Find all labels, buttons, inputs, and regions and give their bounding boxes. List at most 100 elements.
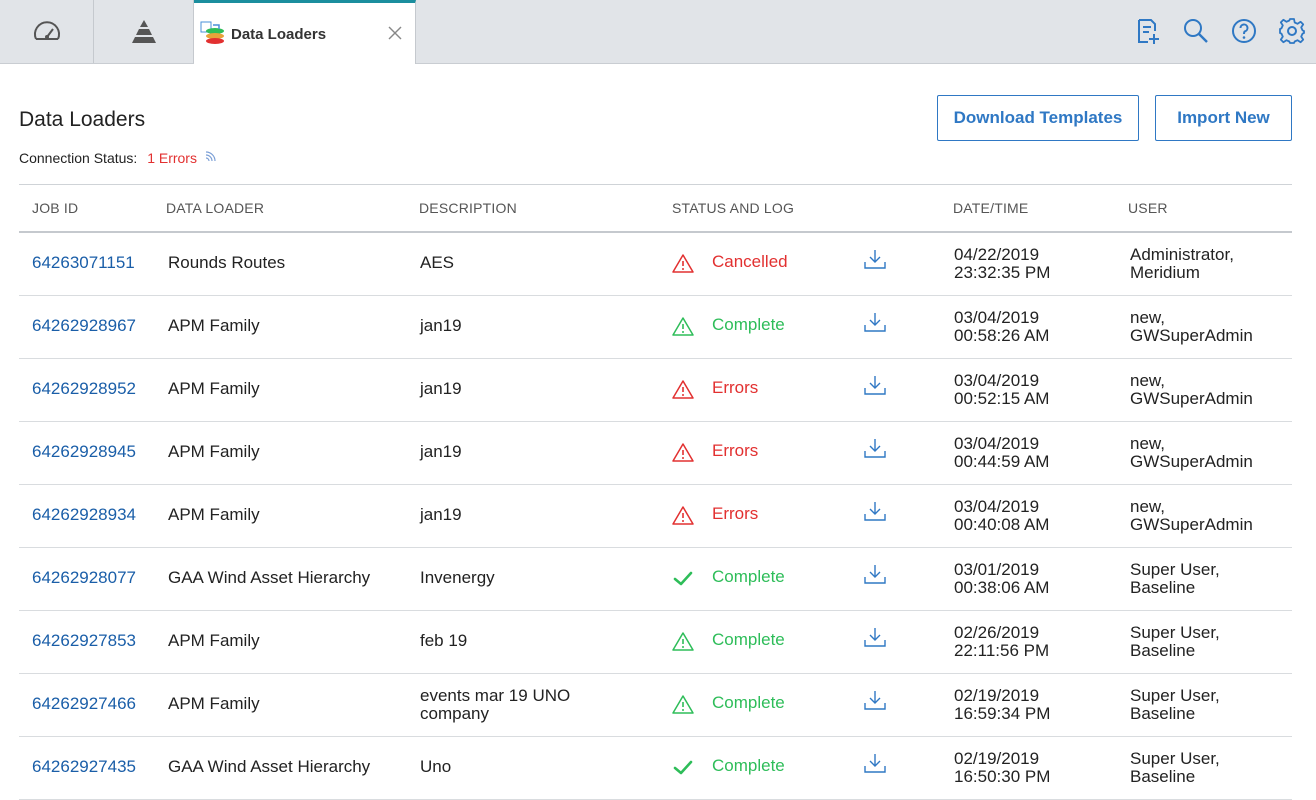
job-id-link[interactable]: 64262928077 (32, 569, 136, 587)
date: 04/22/2019 (954, 245, 1040, 264)
date-time: 04/22/2019 23:32:35 PM (954, 246, 1050, 282)
status-log-link[interactable]: Cancelled (712, 253, 788, 271)
job-id-link[interactable]: 64262927435 (32, 758, 136, 776)
data-loader-name: APM Family (168, 316, 260, 335)
connection-errors-link[interactable]: 1 Errors (147, 150, 197, 166)
tab-dashboard[interactable] (0, 0, 94, 63)
user-line-1: new, (1130, 371, 1165, 390)
job-id-link[interactable]: 64262928934 (32, 506, 136, 524)
table-row[interactable]: 64262927853 APM Family feb 19 Complete 02/26… (19, 611, 1292, 674)
download-log-icon[interactable] (863, 625, 887, 649)
status-log-link[interactable]: Errors (712, 505, 758, 523)
close-icon[interactable] (387, 25, 403, 41)
download-log-icon[interactable] (863, 247, 887, 271)
description-line-1: jan19 (420, 316, 462, 335)
download-log-icon[interactable] (863, 562, 887, 586)
connection-status-label: Connection Status: (19, 150, 138, 166)
header-date-time[interactable]: DATE/TIME (953, 200, 1028, 216)
status-log-link[interactable]: Complete (712, 568, 785, 586)
user-line-2: Baseline (1130, 767, 1196, 786)
data-loaders-table: JOB ID DATA LOADER DESCRIPTION STATUS AN… (19, 184, 1292, 800)
description-line-1: jan19 (420, 505, 462, 524)
status-log-link[interactable]: Complete (712, 694, 785, 712)
top-tab-bar: Data Loaders (0, 0, 1316, 64)
table-body: 64263071151 Rounds Routes AES Cancelled 04/2… (19, 233, 1292, 800)
user: Super User, Baseline (1130, 750, 1220, 786)
user-line-1: Super User, (1130, 749, 1220, 768)
status-log-link[interactable]: Complete (712, 631, 785, 649)
description: jan19 (420, 380, 462, 398)
table-row[interactable]: 64262927435 GAA Wind Asset Hierarchy Uno Co… (19, 737, 1292, 800)
job-id-link[interactable]: 64262928967 (32, 317, 136, 335)
data-loader-name: Rounds Routes (168, 253, 286, 272)
user-line-2: Meridium (1130, 263, 1200, 282)
description: Invenergy (420, 569, 495, 587)
settings-button[interactable] (1268, 15, 1316, 47)
table-row[interactable]: 64262928077 GAA Wind Asset Hierarchy Inven… (19, 548, 1292, 611)
user: Super User, Baseline (1130, 624, 1220, 660)
job-id-link[interactable]: 64262928945 (32, 443, 136, 461)
success-warning-icon (672, 695, 694, 714)
job-id-link[interactable]: 64263071151 (32, 254, 135, 272)
data-loader-name: APM Family (168, 442, 260, 461)
signal-icon (205, 151, 216, 162)
download-log-icon[interactable] (863, 373, 887, 397)
search-button[interactable] (1172, 15, 1220, 47)
import-new-button[interactable]: Import New (1155, 95, 1292, 141)
search-icon (1184, 19, 1208, 43)
hierarchy-pyramid-icon (131, 19, 156, 43)
description-line-1: jan19 (420, 379, 462, 398)
header-description[interactable]: DESCRIPTION (419, 200, 517, 216)
download-log-icon[interactable] (863, 499, 887, 523)
toolbar-icons (1124, 15, 1316, 47)
connection-status: Connection Status: 1 Errors (19, 150, 218, 166)
new-document-button[interactable] (1124, 15, 1172, 47)
date: 03/04/2019 (954, 308, 1040, 327)
description: jan19 (420, 317, 462, 335)
header-status-and-log[interactable]: STATUS AND LOG (672, 200, 794, 216)
header-data-loader[interactable]: DATA LOADER (166, 200, 264, 216)
page-title: Data Loaders (19, 108, 146, 131)
job-id-link[interactable]: 64262927466 (32, 695, 136, 713)
error-warning-icon (672, 443, 694, 462)
table-header: JOB ID DATA LOADER DESCRIPTION STATUS AN… (19, 184, 1292, 233)
status-log-link[interactable]: Complete (712, 757, 785, 775)
table-row[interactable]: 64262928952 APM Family jan19 Errors 03/04/20… (19, 359, 1292, 422)
time: 16:50:30 PM (954, 767, 1051, 786)
download-log-icon[interactable] (863, 751, 887, 775)
success-warning-icon (672, 317, 694, 336)
job-id-link[interactable]: 64262927853 (32, 632, 136, 650)
download-log-icon[interactable] (863, 436, 887, 460)
table-row[interactable]: 64262928934 APM Family jan19 Errors 03/04/20… (19, 485, 1292, 548)
description-line-2: company (420, 704, 489, 723)
description-line-1: Invenergy (420, 568, 495, 587)
data-loader-name: APM Family (168, 631, 260, 650)
user-line-2: Baseline (1130, 578, 1196, 597)
date-time: 02/26/2019 22:11:56 PM (954, 624, 1049, 660)
download-log-icon[interactable] (863, 310, 887, 334)
download-templates-button[interactable]: Download Templates (937, 95, 1139, 141)
status-log-link[interactable]: Errors (712, 379, 758, 397)
tab-hierarchy[interactable] (94, 0, 194, 63)
header-job-id[interactable]: JOB ID (32, 200, 78, 216)
status-log-link[interactable]: Errors (712, 442, 758, 460)
tab-data-loaders[interactable]: Data Loaders (194, 0, 416, 64)
table-row[interactable]: 64262927466 APM Family events mar 19 UNO co… (19, 674, 1292, 737)
help-button[interactable] (1220, 15, 1268, 47)
data-loader-stack-icon (200, 21, 224, 44)
description-line-1: AES (420, 253, 455, 272)
user: new, GWSuperAdmin (1130, 435, 1253, 471)
error-warning-icon (672, 254, 694, 273)
table-row[interactable]: 64262928967 APM Family jan19 Complete 03/04/… (19, 296, 1292, 359)
download-log-icon[interactable] (863, 688, 887, 712)
status-log-link[interactable]: Complete (712, 316, 785, 334)
job-id-link[interactable]: 64262928952 (32, 380, 136, 398)
header-user[interactable]: USER (1128, 200, 1168, 216)
table-row[interactable]: 64263071151 Rounds Routes AES Cancelled 04/2… (19, 233, 1292, 296)
data-loader-name: GAA Wind Asset Hierarchy (168, 568, 371, 587)
date: 03/04/2019 (954, 497, 1040, 516)
tab-label: Data Loaders (231, 26, 327, 43)
user: new, GWSuperAdmin (1130, 498, 1253, 534)
table-row[interactable]: 64262928945 APM Family jan19 Errors 03/04/20… (19, 422, 1292, 485)
description: jan19 (420, 506, 462, 524)
